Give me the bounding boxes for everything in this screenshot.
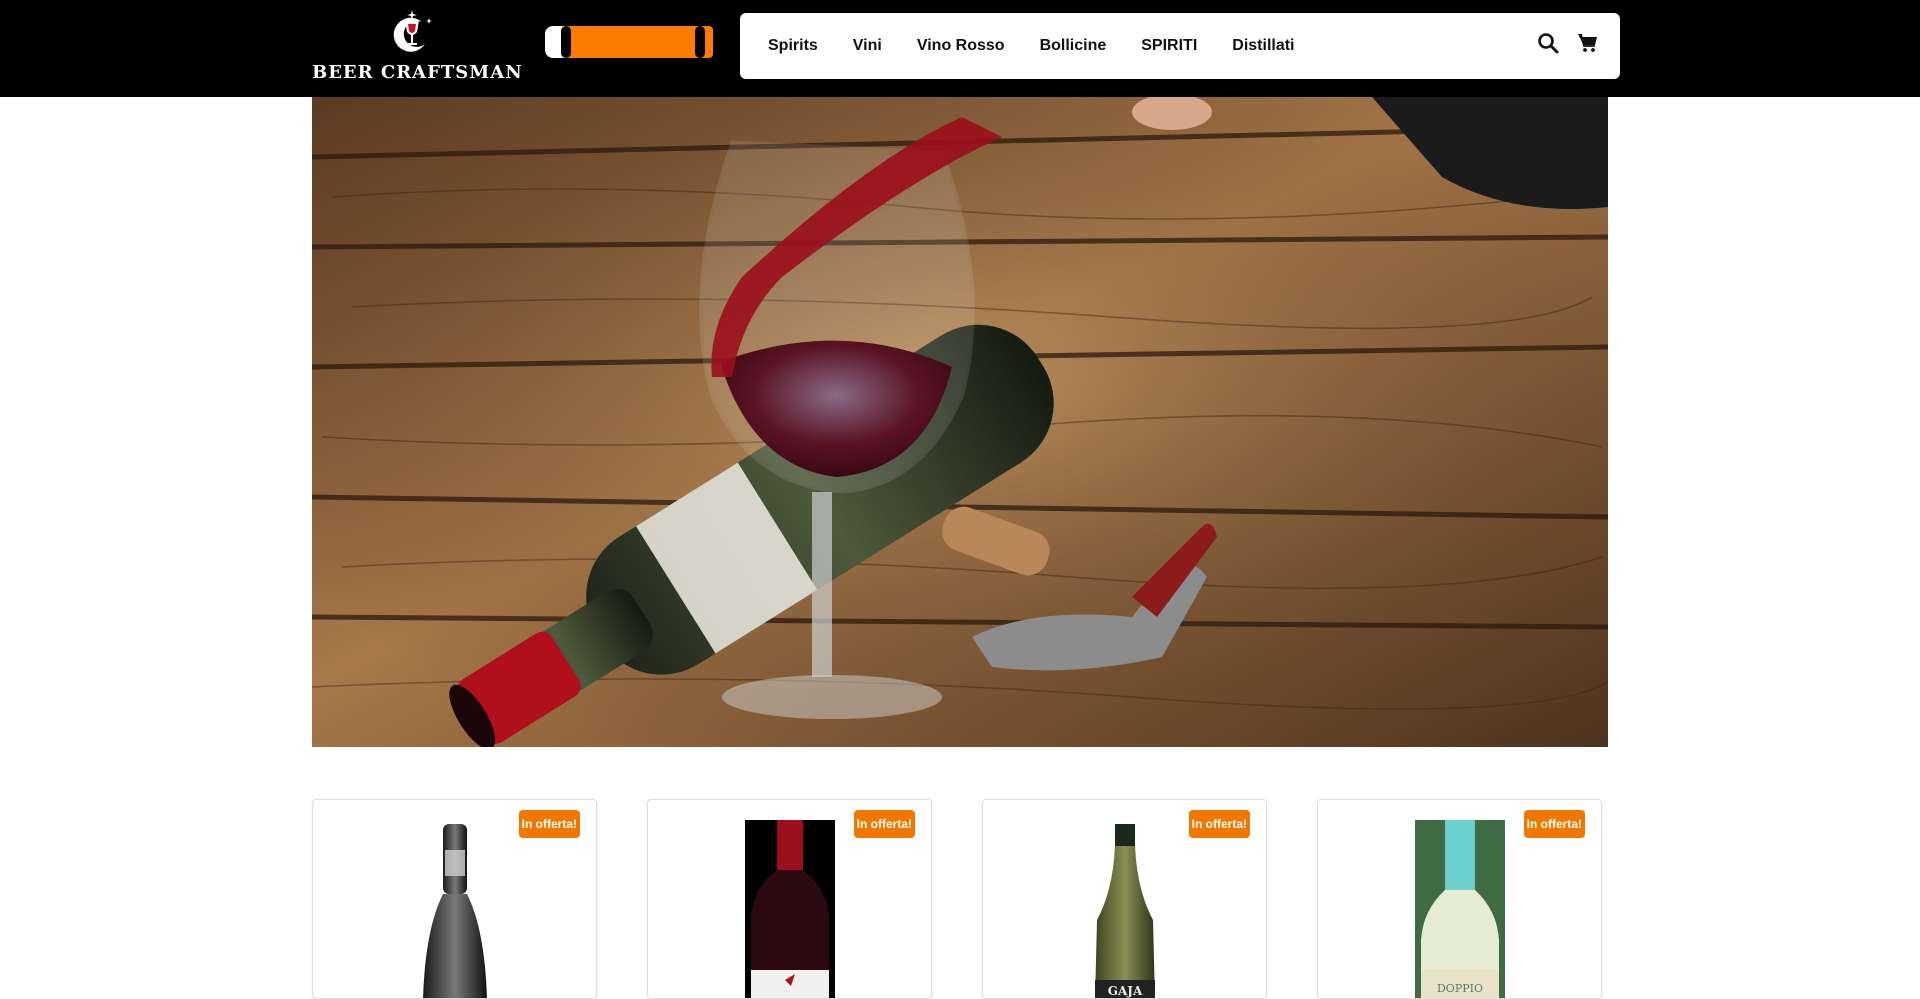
product-image: [422, 824, 487, 998]
product-card[interactable]: In offerta! DOPPIO: [1317, 799, 1602, 999]
product-image: GAJA: [1094, 824, 1155, 998]
product-grid: In offerta! In offerta! In offerta! GAJA: [312, 799, 1608, 999]
cart-icon[interactable]: [1576, 31, 1600, 55]
site-header: BEER CRAFTSMAN Spirits Vini Vino Rosso B…: [0, 0, 1920, 97]
sale-badge: In offerta!: [1188, 810, 1250, 838]
logo-text: BEER CRAFTSMAN: [312, 62, 523, 83]
search-icon[interactable]: [1536, 31, 1560, 55]
product-card[interactable]: In offerta! GAJA: [982, 799, 1267, 999]
product-card[interactable]: In offerta!: [312, 799, 597, 999]
site-logo[interactable]: BEER CRAFTSMAN: [312, 10, 523, 86]
main-navigation: Spirits Vini Vino Rosso Bollicine SPIRIT…: [740, 13, 1620, 79]
decorative-tab-shape: [545, 26, 740, 70]
header-actions: [1536, 31, 1600, 55]
sale-badge: In offerta!: [853, 810, 915, 838]
sale-badge: In offerta!: [518, 810, 580, 838]
nav-item-vini[interactable]: Vini: [853, 37, 882, 55]
hero-wine-image: [312, 97, 1608, 747]
nav-item-distillati[interactable]: Distillati: [1232, 37, 1294, 55]
product-card[interactable]: In offerta!: [647, 799, 932, 999]
nav-item-bollicine[interactable]: Bollicine: [1040, 37, 1107, 55]
nav-item-spirits[interactable]: Spirits: [768, 37, 818, 55]
product-image: [744, 820, 835, 998]
bottle-label-text: GAJA: [1107, 984, 1142, 998]
nav-menu: Spirits Vini Vino Rosso Bollicine SPIRIT…: [768, 13, 1295, 79]
nav-item-spiriti[interactable]: SPIRITI: [1141, 37, 1197, 55]
bottle-label-text: DOPPIO: [1436, 982, 1482, 995]
logo-emblem-icon: [393, 10, 432, 52]
hero-banner: [312, 97, 1608, 747]
product-image: DOPPIO: [1414, 820, 1505, 998]
sale-badge: In offerta!: [1523, 810, 1585, 838]
nav-item-vino-rosso[interactable]: Vino Rosso: [917, 37, 1005, 55]
